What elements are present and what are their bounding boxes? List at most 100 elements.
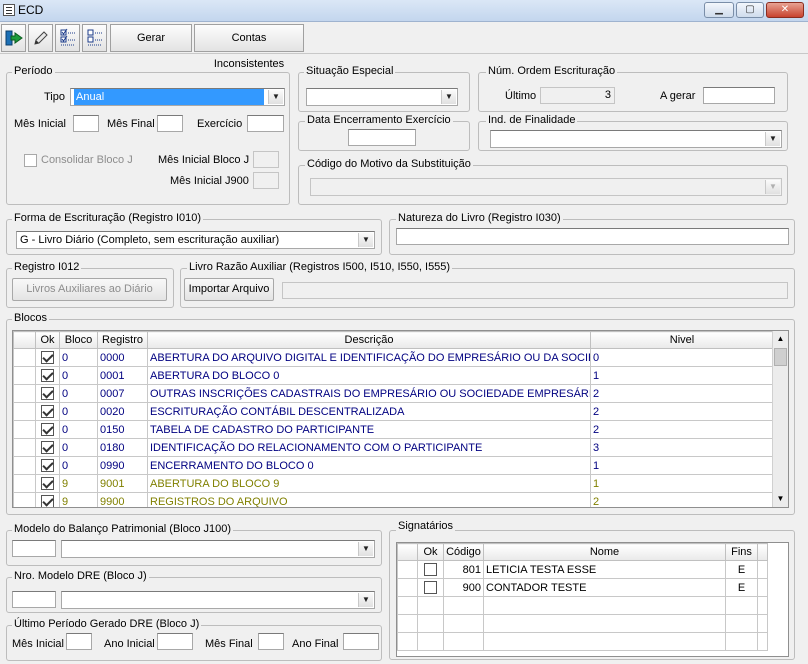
ok-checkbox[interactable] <box>41 495 54 507</box>
tipo-label: Tipo <box>44 91 65 103</box>
ok-cell[interactable] <box>35 474 60 493</box>
forma-escrituracao-select[interactable]: G - Livro Diário (Completo, sem escritur… <box>16 231 375 249</box>
table-row[interactable]: 9 9001 ABERTURA DO BLOCO 91 <box>13 474 774 493</box>
modelo-dre-select[interactable]: ▼ <box>61 591 375 609</box>
mes-final-input[interactable] <box>157 115 183 132</box>
sig-ok-cell[interactable] <box>417 560 444 579</box>
ok-checkbox[interactable] <box>41 423 54 436</box>
modelo-dre-code-input[interactable] <box>12 591 56 608</box>
mes-inicial-bloco-j-input[interactable] <box>253 151 279 168</box>
ok-checkbox[interactable] <box>41 387 54 400</box>
table-row[interactable]: 0 0001 ABERTURA DO BLOCO 01 <box>13 366 774 385</box>
row-indicator[interactable] <box>13 366 36 385</box>
table-row[interactable]: 0 0180 IDENTIFICAÇÃO DO RELACIONAMENTO COM… <box>13 438 774 457</box>
ultimo-mes-final-input[interactable] <box>258 633 284 650</box>
mes-inicial-j900-input[interactable] <box>253 172 279 189</box>
gerar-button[interactable]: Gerar <box>110 24 192 52</box>
ok-cell[interactable] <box>35 456 60 475</box>
minimize-button[interactable]: ▁ <box>704 2 734 18</box>
close-button[interactable]: ✕ <box>766 2 804 18</box>
table-row[interactable]: 801 LETICIA TESTA ESSE E <box>397 560 768 579</box>
nivel-cell: 2 <box>590 384 774 403</box>
ok-column-header[interactable]: Ok <box>35 331 60 349</box>
sig-ok-cell[interactable] <box>417 578 444 597</box>
importar-arquivo-button[interactable]: Importar Arquivo <box>184 278 274 301</box>
ok-checkbox[interactable] <box>41 459 54 472</box>
scroll-thumb[interactable] <box>774 348 787 366</box>
modelo-balanco-code-input[interactable] <box>12 540 56 557</box>
row-indicator[interactable] <box>13 348 36 367</box>
natureza-livro-input[interactable] <box>396 228 789 245</box>
ok-checkbox[interactable] <box>41 351 54 364</box>
chevron-down-icon: ▼ <box>765 180 780 194</box>
checklist-icon[interactable] <box>55 24 80 52</box>
row-indicator[interactable] <box>13 456 36 475</box>
registro-column-header[interactable]: Registro <box>97 331 148 349</box>
contas-inconsistentes-button[interactable]: Contas Inconsistentes <box>194 24 304 70</box>
sig-ok-column-header[interactable]: Ok <box>417 543 444 561</box>
modelo-dre-label: Nro. Modelo DRE (Bloco J) <box>12 570 149 582</box>
table-row[interactable]: 0 0020 ESCRITURAÇÃO CONTÁBIL DESCENTRALIZA… <box>13 402 774 421</box>
row-indicator[interactable] <box>13 420 36 439</box>
scroll-down-icon[interactable]: ▼ <box>773 491 788 507</box>
ok-cell[interactable] <box>35 348 60 367</box>
scroll-up-icon[interactable]: ▲ <box>773 331 788 347</box>
ok-checkbox[interactable] <box>41 441 54 454</box>
pencil-icon[interactable] <box>28 24 53 52</box>
modelo-balanco-select[interactable]: ▼ <box>61 540 375 558</box>
situacao-especial-select[interactable]: ▼ <box>306 88 458 106</box>
ultimo-value: 3 <box>540 87 615 104</box>
row-indicator[interactable] <box>397 578 418 597</box>
bloco-column-header[interactable]: Bloco <box>59 331 98 349</box>
tipo-select[interactable]: Anual ▼ <box>70 88 285 106</box>
sig-codigo-column-header[interactable]: Código <box>443 543 484 561</box>
data-encerramento-input[interactable] <box>348 129 416 146</box>
ok-cell[interactable] <box>35 366 60 385</box>
table-row[interactable]: 0 0990 ENCERRAMENTO DO BLOCO 01 <box>13 456 774 475</box>
unchecklist-icon[interactable] <box>82 24 107 52</box>
table-row[interactable]: 0 0007 OUTRAS INSCRIÇÕES CADASTRAIS DO EMP… <box>13 384 774 403</box>
row-indicator[interactable] <box>397 560 418 579</box>
ok-cell[interactable] <box>35 384 60 403</box>
row-indicator[interactable] <box>13 474 36 493</box>
app-icon <box>3 4 15 16</box>
registro-cell: 9001 <box>97 474 148 493</box>
exit-icon[interactable] <box>1 24 26 52</box>
livros-auxiliares-button[interactable]: Livros Auxiliares ao Diário <box>12 278 167 301</box>
consolidar-checkbox[interactable] <box>24 154 37 167</box>
table-row[interactable]: 0 0150 TABELA DE CADASTRO DO PARTICIPANTE 2 <box>13 420 774 439</box>
ok-checkbox[interactable] <box>41 369 54 382</box>
table-row[interactable]: 900 CONTADOR TESTE E <box>397 578 768 597</box>
maximize-button[interactable]: ▢ <box>736 2 764 18</box>
codigo-motivo-select[interactable]: ▼ <box>310 178 782 196</box>
row-indicator[interactable] <box>13 384 36 403</box>
ok-cell[interactable] <box>35 402 60 421</box>
ultimo-ano-inicial-input[interactable] <box>157 633 193 650</box>
blocos-scrollbar[interactable]: ▲ ▼ <box>772 331 788 507</box>
sig-fins-column-header[interactable]: Fins <box>725 543 758 561</box>
nivel-cell: 1 <box>590 474 774 493</box>
chevron-down-icon: ▼ <box>441 90 456 104</box>
sig-nome-column-header[interactable]: Nome <box>483 543 726 561</box>
ok-checkbox[interactable] <box>41 405 54 418</box>
ok-cell[interactable] <box>35 492 60 507</box>
ok-checkbox[interactable] <box>41 477 54 490</box>
ultimo-mes-inicial-input[interactable] <box>66 633 92 650</box>
row-indicator[interactable] <box>13 492 36 507</box>
registro-i012-label: Registro I012 <box>12 261 82 273</box>
table-row[interactable]: 9 9900 REGISTROS DO ARQUIVO 2 <box>13 492 774 507</box>
ultimo-ano-final-input[interactable] <box>343 633 379 650</box>
ind-finalidade-select[interactable]: ▼ <box>490 130 782 148</box>
row-indicator[interactable] <box>13 438 36 457</box>
a-gerar-input[interactable] <box>703 87 775 104</box>
row-indicator[interactable] <box>13 402 36 421</box>
mes-inicial-input[interactable] <box>73 115 99 132</box>
ok-cell[interactable] <box>35 420 60 439</box>
exercicio-input[interactable] <box>247 115 284 132</box>
table-row[interactable]: 0 0000 ABERTURA DO ARQUIVO DIGITAL E IDENT… <box>13 348 774 367</box>
ok-cell[interactable] <box>35 438 60 457</box>
nivel-column-header[interactable]: Nivel <box>590 331 774 349</box>
descricao-column-header[interactable]: Descrição <box>147 331 591 349</box>
sig-ok-checkbox[interactable] <box>424 563 437 576</box>
sig-ok-checkbox[interactable] <box>424 581 437 594</box>
